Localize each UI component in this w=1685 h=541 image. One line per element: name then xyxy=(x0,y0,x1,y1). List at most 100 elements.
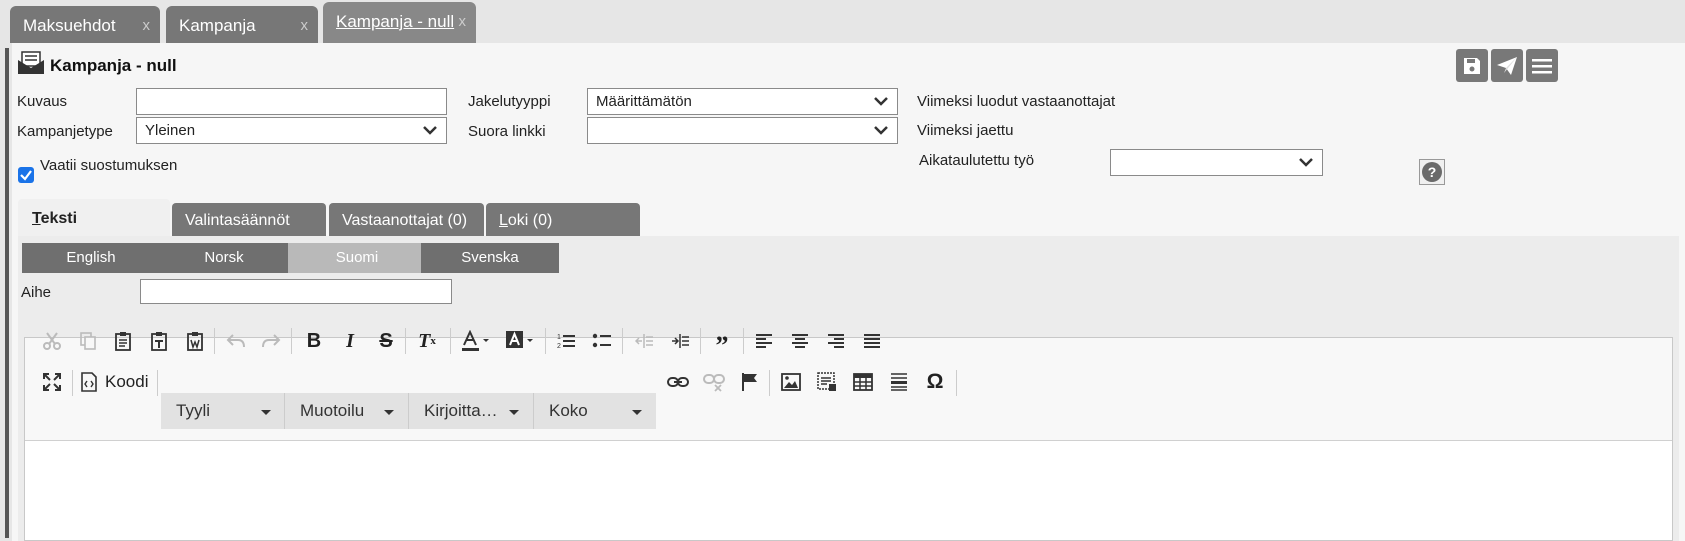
image-icon[interactable] xyxy=(777,368,805,396)
font-combo-label: Kirjoitta… xyxy=(424,401,498,420)
paste-icon[interactable] xyxy=(109,327,137,355)
toolbar-separator xyxy=(72,370,73,396)
source-icon xyxy=(81,372,97,392)
close-icon[interactable]: x xyxy=(143,17,151,34)
indent-icon[interactable] xyxy=(666,327,694,355)
tab-label: eksti xyxy=(40,210,78,227)
align-center-icon[interactable] xyxy=(786,327,814,355)
format-combo[interactable]: Muotoilu xyxy=(284,393,408,429)
dropdown-arrow-icon xyxy=(632,410,642,415)
toolbar-separator xyxy=(450,328,451,354)
help-icon: ? xyxy=(1422,162,1442,182)
outdent-icon[interactable] xyxy=(630,327,658,355)
toolbar-separator xyxy=(405,328,406,354)
format-combo-label: Muotoilu xyxy=(300,401,365,420)
source-button[interactable]: Koodi xyxy=(80,368,152,396)
save-icon xyxy=(1464,57,1480,74)
window-tab-label: Kampanja - null xyxy=(336,12,455,31)
jakelutyyppi-label: Jakelutyyppi xyxy=(468,93,551,110)
window-tab-kampanja[interactable]: Kampanja x xyxy=(166,6,318,43)
anchor-flag-icon[interactable] xyxy=(736,368,764,396)
suora-linkki-select[interactable] xyxy=(587,117,898,144)
cut-icon[interactable] xyxy=(38,327,66,355)
tab-valintasaannot[interactable]: Valintasäännöt xyxy=(172,203,326,236)
help-button[interactable]: ? xyxy=(1419,159,1445,185)
size-combo[interactable]: Koko xyxy=(533,393,656,429)
strikethrough-icon[interactable]: S xyxy=(372,327,400,355)
kampanjetype-value: Yleinen xyxy=(145,122,196,139)
viimeksi-luodut-label: Viimeksi luodut vastaanottajat xyxy=(917,93,1116,110)
aihe-input[interactable] xyxy=(140,279,452,304)
embed-icon[interactable] xyxy=(813,368,841,396)
blockquote-icon[interactable]: ” xyxy=(708,327,736,360)
tab-label: Valintasäännöt xyxy=(185,212,290,229)
menu-button[interactable] xyxy=(1526,49,1558,82)
tab-loki[interactable]: Loki (0) xyxy=(486,203,640,236)
toolbar-separator xyxy=(769,370,770,396)
tab-accesskey: L xyxy=(499,212,508,229)
lang-svenska-button[interactable]: Svenska xyxy=(421,243,559,273)
kampanjetype-label: Kampanjetype xyxy=(17,123,113,140)
remove-format-icon[interactable]: Tx xyxy=(413,327,441,355)
envelope-icon xyxy=(18,51,44,74)
style-combo[interactable]: Tyyli xyxy=(161,393,285,429)
toolbar-separator xyxy=(622,328,623,354)
style-combo-label: Tyyli xyxy=(176,401,210,420)
window-tab-maksuehdot[interactable]: Maksuehdot x xyxy=(10,6,160,43)
save-button[interactable] xyxy=(1456,49,1488,82)
undo-icon[interactable] xyxy=(222,327,250,355)
hamburger-icon xyxy=(1532,58,1552,73)
aihe-label: Aihe xyxy=(21,284,52,301)
lang-suomi-button[interactable]: Suomi xyxy=(288,243,426,273)
toolbar-separator xyxy=(157,370,158,396)
svg-text:2: 2 xyxy=(557,343,561,350)
toolbar-separator xyxy=(291,328,292,354)
window-tab-label: Kampanja xyxy=(179,16,256,35)
kuvaus-input[interactable] xyxy=(136,88,447,115)
font-combo[interactable]: Kirjoitta… xyxy=(408,393,533,429)
send-button[interactable] xyxy=(1491,49,1523,82)
italic-icon[interactable]: I xyxy=(336,327,364,355)
redo-icon[interactable] xyxy=(257,327,285,355)
size-combo-label: Koko xyxy=(549,401,588,420)
special-character-icon[interactable]: Ω xyxy=(921,368,949,396)
close-icon[interactable]: x xyxy=(301,17,309,34)
vaatii-checkbox[interactable] xyxy=(18,167,34,183)
text-color-icon[interactable] xyxy=(460,327,494,355)
horizontal-line-icon[interactable] xyxy=(885,368,913,396)
align-right-icon[interactable] xyxy=(822,327,850,355)
chevron-down-icon xyxy=(874,97,888,106)
kampanjetype-select[interactable]: Yleinen xyxy=(136,117,447,144)
table-icon[interactable] xyxy=(849,368,877,396)
align-justify-icon[interactable] xyxy=(858,327,886,355)
background-color-icon[interactable] xyxy=(504,327,538,355)
tab-vastaanottajat[interactable]: Vastaanottajat (0) xyxy=(329,203,484,236)
window-tab-label: Maksuehdot xyxy=(23,16,116,35)
tab-accesskey: T xyxy=(32,210,41,227)
kuvaus-label: Kuvaus xyxy=(17,93,68,110)
numbered-list-icon[interactable]: 12 xyxy=(552,327,580,355)
jakelutyyppi-value: Määrittämätön xyxy=(596,93,692,110)
window-tab-kampanja-null[interactable]: Kampanja - null x xyxy=(323,2,476,43)
maximize-icon[interactable] xyxy=(38,368,66,396)
tab-label: Vastaanottajat (0) xyxy=(342,212,468,229)
bulleted-list-icon[interactable] xyxy=(588,327,616,355)
viimeksi-jaettu-label: Viimeksi jaettu xyxy=(917,122,1014,139)
tab-teksti[interactable]: Teksti xyxy=(18,199,170,238)
svg-text:1: 1 xyxy=(557,334,561,341)
bold-icon[interactable]: B xyxy=(300,327,328,355)
align-left-icon[interactable] xyxy=(750,327,778,355)
jakelutyyppi-select[interactable]: Määrittämätön xyxy=(587,88,898,115)
copy-icon[interactable] xyxy=(74,327,102,355)
paste-word-icon[interactable] xyxy=(181,327,209,355)
page-title: Kampanja - null xyxy=(50,56,177,75)
lang-norsk-button[interactable]: Norsk xyxy=(155,243,293,273)
close-icon[interactable]: x xyxy=(459,13,467,30)
unlink-icon[interactable] xyxy=(700,368,728,396)
paste-text-icon[interactable] xyxy=(145,327,173,355)
paper-plane-icon xyxy=(1497,56,1517,75)
aikataulutettu-select[interactable] xyxy=(1110,149,1323,176)
link-icon[interactable] xyxy=(664,368,692,396)
aikataulutettu-label: Aikataulutettu työ xyxy=(919,152,1035,169)
lang-english-button[interactable]: English xyxy=(22,243,160,273)
